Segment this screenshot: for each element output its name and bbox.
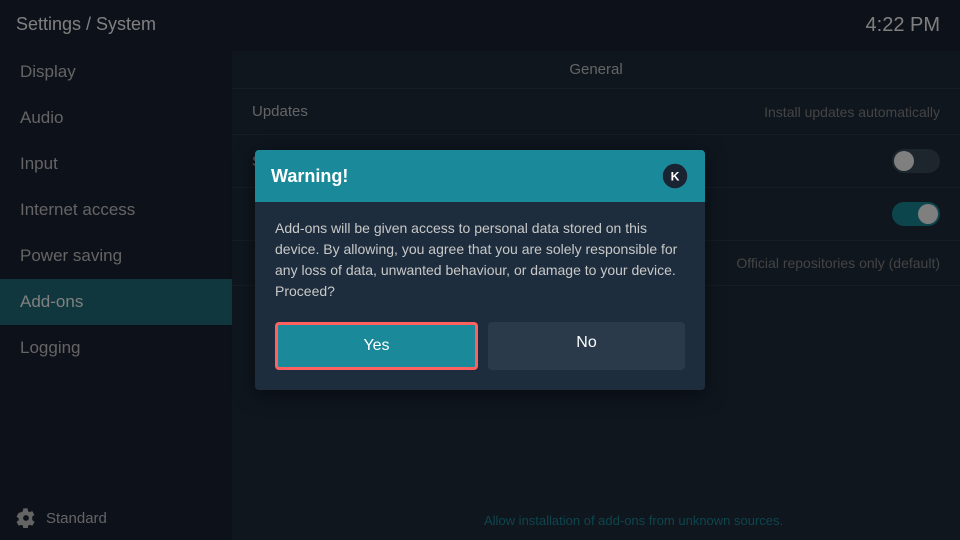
dialog-title: Warning!: [271, 166, 348, 187]
dialog-header: Warning! K: [255, 150, 705, 202]
dialog-overlay: Warning! K Add-ons will be given access …: [0, 0, 960, 540]
kodi-logo-icon: K: [661, 162, 689, 190]
no-button[interactable]: No: [488, 322, 685, 370]
svg-text:K: K: [671, 169, 680, 183]
dialog-message: Add-ons will be given access to personal…: [255, 202, 705, 322]
yes-button[interactable]: Yes: [275, 322, 478, 370]
dialog-buttons: Yes No: [255, 322, 705, 390]
warning-dialog: Warning! K Add-ons will be given access …: [255, 150, 705, 390]
